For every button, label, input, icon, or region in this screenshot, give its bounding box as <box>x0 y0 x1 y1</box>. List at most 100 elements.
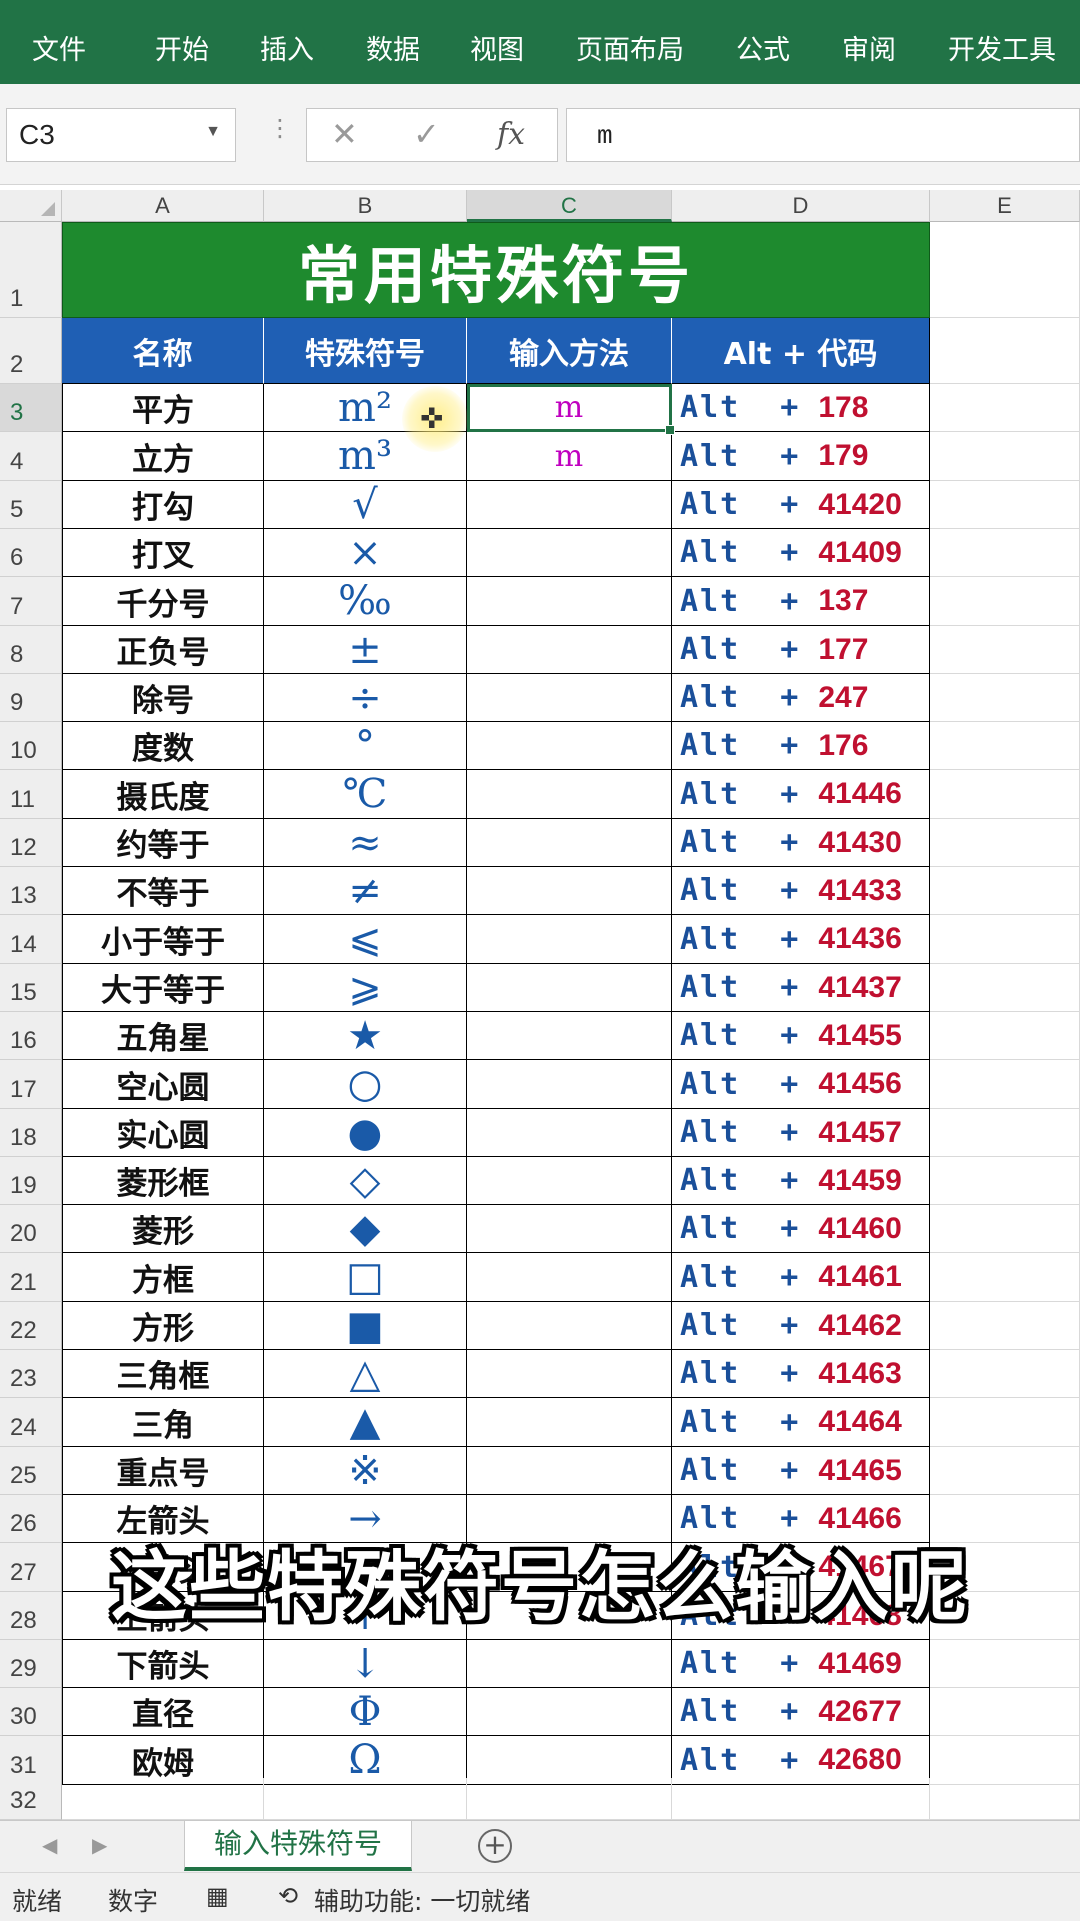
column-header-a[interactable]: A <box>62 190 264 222</box>
prev-sheet-icon[interactable]: ◀ <box>42 1833 57 1857</box>
cell-input[interactable] <box>467 1205 672 1253</box>
cell-e[interactable] <box>930 770 1080 819</box>
cell-name[interactable]: 打叉 <box>62 529 264 577</box>
cell-symbol[interactable]: ◆ <box>264 1205 467 1253</box>
cell-input[interactable] <box>467 1350 672 1398</box>
tab-developer[interactable]: 开发工具 <box>948 28 1056 67</box>
cell-input[interactable] <box>467 1302 672 1350</box>
tab-view[interactable]: 视图 <box>470 28 524 67</box>
row-header-25[interactable]: 25 <box>0 1447 62 1495</box>
cell-code[interactable]: Alt + 177 <box>672 626 930 674</box>
cell-name[interactable]: 空心圆 <box>62 1060 264 1109</box>
cell-input[interactable] <box>467 529 672 577</box>
cell-c32[interactable] <box>467 1778 672 1820</box>
cell-name[interactable]: 方形 <box>62 1302 264 1350</box>
row-header-23[interactable]: 23 <box>0 1350 62 1398</box>
cell-symbol[interactable]: ◇ <box>264 1157 467 1205</box>
formula-input[interactable]: m <box>566 108 1080 162</box>
cell-e[interactable] <box>930 1060 1080 1109</box>
tab-review[interactable]: 审阅 <box>842 28 896 67</box>
cell-e[interactable] <box>930 626 1080 674</box>
enter-icon[interactable]: ✓ <box>413 115 440 153</box>
row-header-20[interactable]: 20 <box>0 1205 62 1253</box>
cell-code[interactable]: Alt + 41459 <box>672 1157 930 1205</box>
next-sheet-icon[interactable]: ▶ <box>92 1833 107 1857</box>
select-all-corner[interactable] <box>0 190 62 222</box>
cell-name[interactable]: 打勾 <box>62 481 264 529</box>
cell-name[interactable]: 正负号 <box>62 626 264 674</box>
header-input-method[interactable]: 输入方法 <box>467 318 672 384</box>
cell-name[interactable]: 除号 <box>62 674 264 722</box>
row-header-16[interactable]: 16 <box>0 1012 62 1060</box>
cell-symbol[interactable]: ▲ <box>264 1398 467 1447</box>
accessibility-icon[interactable]: ⟲ <box>278 1882 298 1910</box>
row-header-4[interactable]: 4 <box>0 432 62 481</box>
cell-e[interactable] <box>930 1640 1080 1688</box>
row-header-22[interactable]: 22 <box>0 1302 62 1350</box>
cell-e[interactable] <box>930 529 1080 577</box>
cell-code[interactable]: Alt + 176 <box>672 722 930 770</box>
column-header-d[interactable]: D <box>672 190 930 222</box>
cell-code[interactable]: Alt + 41462 <box>672 1302 930 1350</box>
cell-code[interactable]: Alt + 41464 <box>672 1398 930 1447</box>
tab-file[interactable]: 文件 <box>32 28 86 67</box>
cell-code[interactable]: Alt + 41455 <box>672 1012 930 1060</box>
cell-e[interactable] <box>930 432 1080 481</box>
chevron-down-icon[interactable]: ▼ <box>205 123 221 141</box>
cell-e[interactable] <box>930 1253 1080 1302</box>
cell-input[interactable] <box>467 1157 672 1205</box>
cell-name[interactable]: 菱形框 <box>62 1157 264 1205</box>
cell-symbol[interactable]: □ <box>264 1253 467 1302</box>
cell-input[interactable] <box>467 1253 672 1302</box>
cell-name[interactable]: 度数 <box>62 722 264 770</box>
column-header-b[interactable]: B <box>264 190 467 222</box>
cell-input[interactable] <box>467 1398 672 1447</box>
cell-input[interactable] <box>467 915 672 964</box>
cell-symbol[interactable]: ⩽ <box>264 915 467 964</box>
cell-symbol[interactable]: ★ <box>264 1012 467 1060</box>
cell-e[interactable] <box>930 1157 1080 1205</box>
row-header-9[interactable]: 9 <box>0 674 62 722</box>
cell-e2[interactable] <box>930 318 1080 384</box>
macro-record-icon[interactable]: ▦ <box>206 1882 229 1910</box>
cell-code[interactable]: Alt + 41437 <box>672 964 930 1012</box>
cell-input[interactable] <box>467 1012 672 1060</box>
cell-input[interactable] <box>467 481 672 529</box>
row-header-29[interactable]: 29 <box>0 1640 62 1688</box>
cell-symbol[interactable]: ※ <box>264 1447 467 1495</box>
row-header-17[interactable]: 17 <box>0 1060 62 1109</box>
tab-data[interactable]: 数据 <box>366 28 420 67</box>
insert-function-icon[interactable]: fx <box>497 117 525 152</box>
cell-symbol[interactable]: √ <box>264 481 467 529</box>
cell-input[interactable] <box>467 626 672 674</box>
cell-symbol[interactable]: ÷ <box>264 674 467 722</box>
cell-e[interactable] <box>930 1205 1080 1253</box>
cell-name[interactable]: 平方 <box>62 384 264 432</box>
cell-symbol[interactable]: ± <box>264 626 467 674</box>
row-header-3[interactable]: 3 <box>0 384 62 432</box>
row-header-1[interactable]: 1 <box>0 222 62 318</box>
cell-input[interactable] <box>467 722 672 770</box>
cell-name[interactable]: 不等于 <box>62 867 264 915</box>
cell-code[interactable]: Alt + 179 <box>672 432 930 481</box>
cell-code[interactable]: Alt + 41436 <box>672 915 930 964</box>
row-header-19[interactable]: 19 <box>0 1157 62 1205</box>
cell-name[interactable]: 千分号 <box>62 577 264 626</box>
cell-e[interactable] <box>930 577 1080 626</box>
row-header-13[interactable]: 13 <box>0 867 62 915</box>
cell-code[interactable]: Alt + 41409 <box>672 529 930 577</box>
cell-symbol[interactable]: ⩾ <box>264 964 467 1012</box>
cell-code[interactable]: Alt + 41463 <box>672 1350 930 1398</box>
cell-code[interactable]: Alt + 137 <box>672 577 930 626</box>
cell-input[interactable] <box>467 674 672 722</box>
cell-e[interactable] <box>930 819 1080 867</box>
cell-name[interactable]: 小于等于 <box>62 915 264 964</box>
cell-code[interactable]: Alt + 247 <box>672 674 930 722</box>
row-header-30[interactable]: 30 <box>0 1688 62 1736</box>
cell-symbol[interactable]: ≠ <box>264 867 467 915</box>
cell-name[interactable]: 实心圆 <box>62 1109 264 1157</box>
cell-e[interactable] <box>930 1012 1080 1060</box>
cell-symbol[interactable]: ● <box>264 1109 467 1157</box>
cell-e[interactable] <box>930 915 1080 964</box>
name-box[interactable]: C3 ▼ <box>6 108 236 162</box>
